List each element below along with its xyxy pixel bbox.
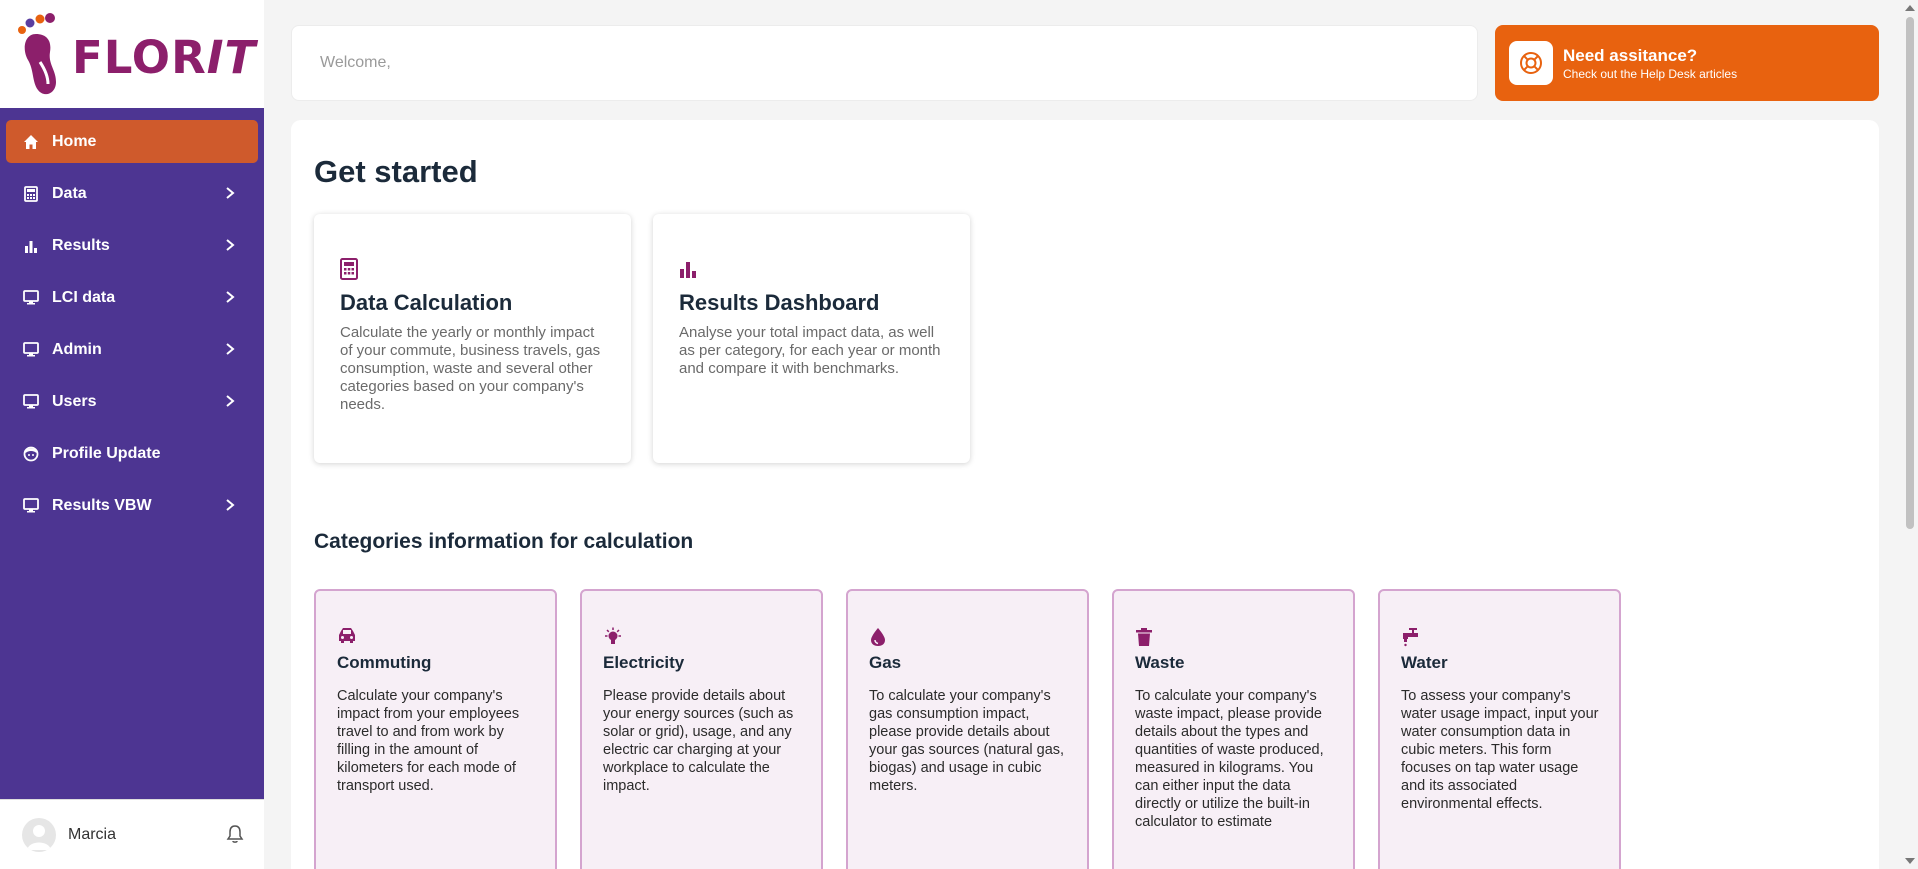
category-card-electricity[interactable]: Electricity Please provide details about… (580, 589, 823, 869)
trash-icon (1135, 627, 1333, 647)
category-description: To calculate your company's gas consumpt… (869, 688, 1065, 794)
logo-text: FLORIT (72, 30, 257, 84)
scroll-down-arrow-icon[interactable] (1905, 858, 1915, 864)
home-icon (22, 133, 40, 151)
page-title: Get started (314, 154, 478, 189)
user-name: Marcia (68, 825, 117, 843)
bar-chart-icon (22, 237, 40, 255)
sidebar-nav: Home Data Results LCI data Admin Users P… (0, 120, 264, 536)
sidebar-item-label: Home (52, 132, 97, 150)
sidebar-item-results-vbw[interactable]: Results VBW (6, 484, 258, 527)
data-calculation-card[interactable]: Data Calculation Calculate the yearly or… (314, 214, 631, 463)
chevron-right-icon (226, 343, 235, 355)
scroll-up-arrow-icon[interactable] (1905, 5, 1915, 11)
sidebar-item-label: Users (52, 392, 97, 410)
bar-chart-icon (679, 258, 944, 282)
category-description: Please provide details about your energy… (603, 688, 794, 794)
scrollbar-thumb[interactable] (1906, 17, 1914, 529)
help-desk-button[interactable]: Need assitance? Check out the Help Desk … (1495, 25, 1879, 101)
category-title: Electricity (603, 653, 685, 672)
chevron-right-icon (226, 291, 235, 303)
sidebar-item-label: Results VBW (52, 496, 152, 514)
sidebar-item-data[interactable]: Data (6, 172, 258, 215)
category-title: Waste (1135, 653, 1185, 672)
sidebar-item-label: Results (52, 236, 110, 254)
calculator-icon (340, 258, 605, 282)
sidebar-item-users[interactable]: Users (6, 380, 258, 423)
category-card-commuting[interactable]: Commuting Calculate your company's impac… (314, 589, 557, 869)
sidebar-item-label: Profile Update (52, 444, 161, 462)
category-card-waste[interactable]: Waste To calculate your company's waste … (1112, 589, 1355, 869)
help-title: Need assitance? (1563, 45, 1698, 65)
face-icon (22, 445, 40, 463)
avatar[interactable] (22, 817, 56, 852)
card-title: Data Calculation (340, 290, 513, 315)
sidebar-item-profile-update[interactable]: Profile Update (6, 432, 258, 475)
bell-icon[interactable] (226, 824, 244, 844)
card-description: Analyse your total impact data, as well … (679, 324, 941, 377)
category-card-gas[interactable]: Gas To calculate your company's gas cons… (846, 589, 1089, 869)
page-scrollbar[interactable] (1901, 0, 1918, 869)
chevron-right-icon (226, 499, 235, 511)
welcome-bar: Welcome, (291, 25, 1478, 101)
monitor-icon (22, 289, 40, 307)
monitor-icon (22, 497, 40, 515)
sidebar-item-label: Data (52, 184, 87, 202)
category-title: Water (1401, 653, 1448, 672)
calculator-icon (22, 185, 40, 203)
category-description: Calculate your company's impact from you… (337, 688, 520, 794)
sidebar-item-home[interactable]: Home (6, 120, 258, 163)
lightbulb-icon (603, 627, 801, 647)
car-icon (337, 627, 535, 647)
category-title: Commuting (337, 653, 432, 672)
drop-icon (869, 627, 1067, 647)
card-title: Results Dashboard (679, 290, 880, 315)
card-description: Calculate the yearly or monthly impact o… (340, 324, 601, 413)
sidebar-item-label: Admin (52, 340, 102, 358)
category-description: To assess your company's water usage imp… (1401, 688, 1599, 812)
sidebar: FLORIT Home Data Results LCI data Admin (0, 0, 264, 869)
sidebar-item-lci-data[interactable]: LCI data (6, 276, 258, 319)
monitor-icon (22, 393, 40, 411)
sidebar-item-results[interactable]: Results (6, 224, 258, 267)
lifebuoy-icon (1509, 41, 1553, 85)
user-profile[interactable]: Marcia (0, 799, 264, 869)
categories-heading: Categories information for calculation (314, 530, 694, 553)
help-subtitle: Check out the Help Desk articles (1563, 66, 1738, 81)
faucet-icon (1401, 627, 1599, 647)
monitor-icon (22, 341, 40, 359)
chevron-right-icon (226, 395, 235, 407)
category-description: To calculate your company's waste impact… (1135, 688, 1324, 830)
sidebar-item-label: LCI data (52, 288, 116, 306)
logo[interactable]: FLORIT (0, 0, 264, 108)
category-card-water[interactable]: Water To assess your company's water usa… (1378, 589, 1621, 869)
main-content: Get started Data Calculation Calculate t… (291, 120, 1879, 869)
sidebar-item-admin[interactable]: Admin (6, 328, 258, 371)
chevron-right-icon (226, 239, 235, 251)
foot-logo-icon (18, 13, 56, 95)
category-title: Gas (869, 653, 902, 672)
welcome-text: Welcome, (320, 54, 391, 71)
chevron-right-icon (226, 187, 235, 199)
results-dashboard-card[interactable]: Results Dashboard Analyse your total imp… (653, 214, 970, 463)
